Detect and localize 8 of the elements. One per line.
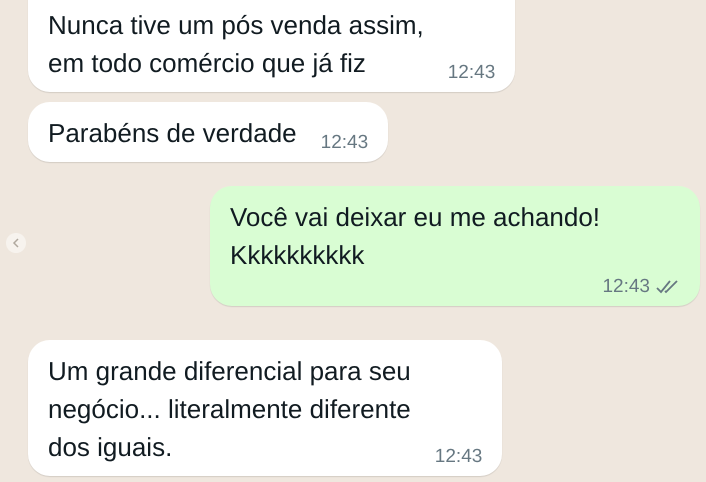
message-text: Você vai deixar eu me achando! Kkkkkkkkkk	[230, 201, 602, 272]
message-text: Parabéns de verdade	[48, 117, 297, 150]
message-text: Nunca tive um pós venda assim, em todo comércio que já fiz	[48, 9, 424, 80]
message-text: Um grande diferencial para seu negócio... literalmente diferente dos iguais.	[48, 355, 411, 464]
message-time: 12:43	[448, 62, 496, 84]
message-time: 12:43	[320, 132, 368, 154]
message-time: 12:43	[602, 276, 650, 298]
message-time: 12:43	[434, 446, 482, 468]
